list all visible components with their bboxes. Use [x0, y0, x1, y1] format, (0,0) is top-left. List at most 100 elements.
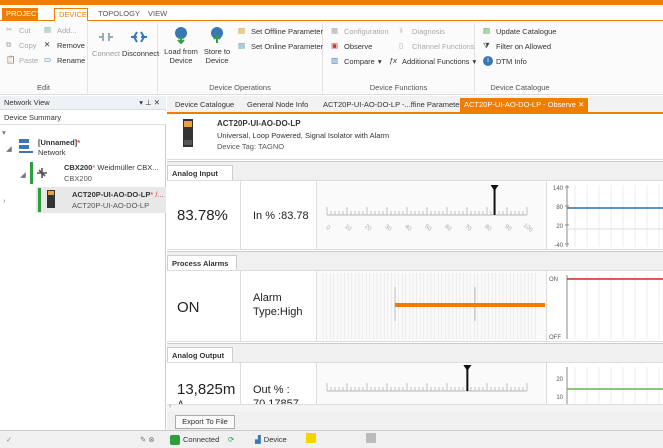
section-analog-input: Analog Input — [167, 161, 663, 181]
trend-tick-label: ON — [549, 277, 558, 283]
group-edit: ✂ Cut ⧉ Copy 📋 Paste ▤ Add... ✕ Remove ▭ Renam… — [0, 23, 88, 93]
alarm-state-value: ON — [177, 299, 200, 316]
tree-item-act20p-sub: ACT20P-UI-AO-DO-LP — [72, 201, 150, 210]
connect-button[interactable]: Connect — [92, 27, 120, 58]
gauge-tick-label: 30 — [383, 224, 392, 233]
x-icon: ✕ — [44, 40, 51, 49]
process-alarms-row: ON Alarm Type:High ON OFF — [167, 270, 663, 342]
configuration-icon: ▦ — [331, 26, 339, 35]
collapse-all-icon[interactable]: ▾ — [2, 128, 6, 137]
gauge-tick-label: 10 — [343, 224, 352, 233]
section-title: Analog Output — [167, 347, 233, 363]
filter-on-allowed-button[interactable]: ⧩ Filter on Allowed — [483, 41, 551, 51]
trend-tick-label: -40 — [554, 243, 563, 249]
analog-output-label: Out % : — [253, 384, 290, 396]
gauge-tick-label: 70 — [463, 224, 472, 233]
update-catalogue-button[interactable]: ▤ Update Catalogue — [483, 26, 556, 36]
group-device-operations: Load from Device Store to Device ▤ Set Of… — [158, 23, 323, 93]
set-online-parameter-button[interactable]: ▤ Set Online Parameter — [238, 41, 323, 51]
copy-button[interactable]: ⧉ Copy — [6, 40, 37, 50]
channel-functions-button[interactable]: ▯ Channel Functions — [399, 41, 475, 51]
tree-item-cbx200[interactable]: CBX200* Weidmüller CBX... — [64, 163, 159, 172]
device-header: ACT20P-UI-AO-DO-LP Universal, Loop Power… — [167, 114, 663, 160]
tab-project[interactable]: PROJECT — [2, 8, 41, 21]
gauge-tick-label: 80 — [483, 224, 492, 233]
network-view-panel: Network View ▾ ⊥ ✕ Device Summary ▾ ◢ [U… — [0, 96, 166, 430]
alarm-gauge — [317, 271, 547, 341]
analog-output-trend: 20 10 — [547, 363, 663, 405]
group-device-functions: ▦ Configuration ⚕ Diagnosis ▣ Observe ▯ Chan… — [323, 23, 476, 93]
tab-offline-parameter[interactable]: ACT20P-UI-AO-DO-LP -...ffine Parameter — [323, 99, 462, 111]
configuration-button[interactable]: ▦ Configuration — [331, 26, 389, 36]
network-view-header: Network View ▾ ⊥ ✕ — [0, 96, 166, 110]
gauge-tick-label: 90 — [503, 224, 512, 233]
trend-tick-label: OFF — [549, 335, 561, 341]
set-offline-parameter-button[interactable]: ▤ Set Offline Parameter — [238, 26, 323, 36]
rename-button[interactable]: ▭ Rename — [44, 55, 85, 65]
paste-icon: 📋 — [6, 55, 16, 64]
trend-tick-label: 10 — [556, 395, 563, 401]
group-label-device-operations: Device Operations — [209, 83, 271, 92]
trend-tick-label: 80 — [556, 205, 563, 211]
online-indicator — [38, 188, 41, 212]
group-device-catalogue: ▤ Update Catalogue ⧩ Filter on Allowed i DT… — [475, 23, 565, 93]
connected-status: Connected — [170, 433, 219, 446]
gauge-tick-label: 20 — [363, 224, 372, 233]
status-block-icon — [366, 433, 376, 443]
group-label-device-catalogue: Device Catalogue — [490, 83, 550, 92]
remove-button[interactable]: ✕ Remove — [44, 40, 85, 50]
paste-button[interactable]: 📋 Paste — [6, 55, 38, 65]
online-indicator — [30, 162, 33, 184]
close-icon[interactable]: ✕ — [578, 100, 584, 109]
tree-item-network[interactable]: [Unnamed]* — [38, 138, 80, 147]
expand-toggle-icon[interactable]: ◢ — [20, 170, 26, 179]
plug-icon — [99, 33, 113, 41]
gauge-scale — [326, 365, 528, 392]
filter-icon: ⧩ — [483, 41, 490, 50]
expand-toggle-icon[interactable]: ◢ — [6, 144, 12, 153]
gauge-needle-head — [490, 185, 499, 191]
scroll-left-icon[interactable]: ‹ — [169, 403, 171, 410]
tab-topology[interactable]: TOPOLOGY — [94, 8, 144, 21]
trend-tick-label: 140 — [553, 186, 564, 192]
disconnect-button[interactable]: Disconnect — [122, 27, 159, 58]
panel-pin-close-icon[interactable]: ▾ ⊥ ✕ — [139, 96, 160, 110]
edit-icon[interactable]: ✎ ⊗ — [140, 433, 155, 446]
horizontal-scrollbar[interactable]: ‹ — [167, 403, 663, 412]
observe-button[interactable]: ▣ Observe — [331, 41, 372, 51]
analog-output-value: 13,825m — [177, 381, 236, 398]
tab-device[interactable]: DEVICE — [54, 8, 88, 21]
tab-general-node-info[interactable]: General Node Info — [247, 99, 308, 111]
device-name: ACT20P-UI-AO-DO-LP — [217, 119, 301, 128]
load-from-device-button[interactable]: Load from Device — [164, 25, 198, 65]
status-bar: ✓ ✎ ⊗ Connected ⟳ ▟ Device — [0, 430, 663, 448]
tab-view[interactable]: VIEW — [144, 8, 171, 21]
add-icon: ▤ — [44, 25, 52, 34]
group-label-edit: Edit — [37, 83, 50, 92]
store-to-device-button[interactable]: Store to Device — [200, 25, 234, 65]
add-button[interactable]: ▤ Add... — [44, 25, 77, 35]
group-label-device-functions: Device Functions — [369, 83, 428, 92]
tree-item-network-sub: Network — [38, 148, 66, 157]
section-title: Analog Input — [167, 165, 233, 181]
export-to-file-button[interactable]: Export To File — [175, 415, 235, 429]
refresh-icon[interactable]: ⟳ — [228, 433, 234, 446]
scissors-icon: ✂ — [6, 25, 13, 34]
tab-observe[interactable]: ACT20P-UI-AO-DO-LP - Observe ✕ — [460, 98, 589, 112]
trend-chart: 2010 — [556, 367, 663, 405]
diagnosis-button[interactable]: ⚕ Diagnosis — [399, 26, 445, 36]
tree-item-act20p[interactable]: ACT20P-UI-AO-DO-LP* /... — [72, 190, 164, 199]
dtm-info-button[interactable]: i DTM Info — [483, 56, 527, 66]
device-image — [183, 119, 193, 147]
device-status: ▟ Device — [255, 435, 287, 444]
ribbon-tabs: PROJECT DEVICE TOPOLOGY VIEW — [0, 5, 663, 21]
side-expander-icon[interactable]: › — [3, 196, 6, 205]
additional-functions-button[interactable]: ƒx Additional Functions ▾ — [389, 56, 476, 66]
tab-device-catalogue[interactable]: Device Catalogue — [175, 99, 234, 111]
device-summary-header: Device Summary — [0, 111, 166, 125]
trend-tick-label: 20 — [556, 224, 563, 230]
compare-button[interactable]: ▥ Compare ▾ — [331, 56, 382, 66]
analog-input-gauge: 0 10 20 30 40 50 60 70 80 90 100 — [317, 181, 547, 249]
cut-button[interactable]: ✂ Cut — [6, 25, 31, 35]
store-icon — [211, 27, 223, 43]
